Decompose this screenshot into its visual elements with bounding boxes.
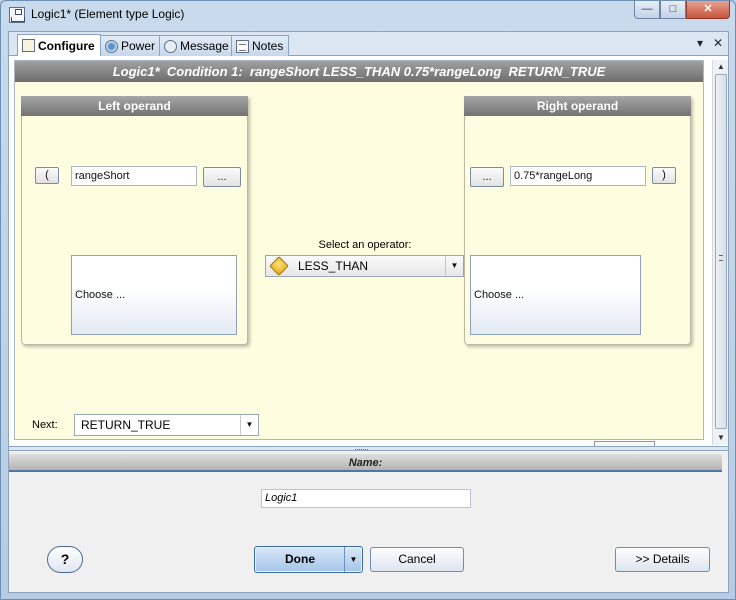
left-operand-title: Left operand bbox=[21, 96, 248, 116]
tab-power[interactable]: Power bbox=[100, 35, 162, 56]
chevron-down-icon[interactable]: ▼ bbox=[240, 415, 258, 435]
configure-icon bbox=[22, 39, 35, 52]
scroll-up-icon[interactable]: ▲ bbox=[713, 60, 729, 74]
operator-select[interactable]: LESS_THAN ▼ bbox=[265, 255, 464, 277]
next-select[interactable]: RETURN_TRUE ▼ bbox=[74, 414, 259, 436]
tab-close-icon[interactable]: ✕ bbox=[713, 36, 723, 50]
left-operand-input[interactable]: rangeShort bbox=[71, 166, 197, 186]
message-icon bbox=[164, 39, 177, 53]
close-window-button[interactable]: ✕ bbox=[686, 1, 730, 19]
done-label: Done bbox=[285, 552, 315, 566]
tab-label: Configure bbox=[38, 38, 95, 53]
scrollbar-thumb[interactable] bbox=[715, 74, 727, 429]
app-logic-icon bbox=[9, 7, 25, 23]
right-browse-button[interactable]: ... bbox=[470, 167, 504, 187]
chevron-down-icon[interactable]: ▼ bbox=[344, 547, 362, 572]
operator-value: LESS_THAN bbox=[298, 259, 369, 273]
dialog-window: Logic1* (Element type Logic) — □ ✕ Confi… bbox=[0, 0, 736, 600]
tab-label: Message bbox=[180, 39, 229, 53]
right-choose-list[interactable]: Choose ... bbox=[470, 255, 641, 335]
left-browse-button[interactable]: ... bbox=[203, 167, 241, 187]
condition-editor: Logic1* Condition 1: rangeShort LESS_THA… bbox=[14, 60, 704, 464]
grip-icon bbox=[719, 255, 723, 261]
maximize-button[interactable]: □ bbox=[660, 1, 686, 19]
right-paren-button[interactable]: ) bbox=[652, 167, 676, 184]
operator-diamond-icon bbox=[269, 256, 289, 276]
tab-menu-icon[interactable]: ▾ bbox=[697, 36, 703, 50]
minimize-button[interactable]: — bbox=[634, 1, 660, 19]
tab-label: Power bbox=[121, 39, 156, 53]
window-controls: — □ ✕ bbox=[634, 1, 730, 21]
name-input[interactable]: Logic1 bbox=[261, 489, 471, 508]
dialog-client-area: Configure Power Message Notes ▾ ✕ Logic1… bbox=[8, 31, 729, 593]
window-title: Logic1* (Element type Logic) bbox=[31, 7, 185, 21]
operator-prompt: Select an operator: bbox=[318, 239, 412, 251]
tab-label: Notes bbox=[252, 39, 284, 53]
bottom-panel: Name: Logic1 ? Done ▼ Cancel >> Details bbox=[9, 450, 728, 592]
right-operand-title: Right operand bbox=[464, 96, 691, 116]
done-button[interactable]: Done ▼ bbox=[254, 546, 363, 573]
cancel-button[interactable]: Cancel bbox=[370, 547, 464, 572]
right-operand-input[interactable]: 0.75*rangeLong bbox=[510, 166, 646, 186]
tab-strip: Configure Power Message Notes ▾ ✕ bbox=[9, 32, 728, 56]
left-operand-panel: Left operand ( rangeShort ... Choose ... bbox=[21, 96, 248, 345]
help-button[interactable]: ? bbox=[47, 546, 83, 573]
scroll-down-icon[interactable]: ▼ bbox=[713, 431, 729, 445]
left-paren-button[interactable]: ( bbox=[35, 167, 59, 184]
next-value: RETURN_TRUE bbox=[81, 418, 171, 432]
left-choose-list[interactable]: Choose ... bbox=[71, 255, 237, 335]
right-operand-panel: Right operand ... 0.75*rangeLong ) Choos… bbox=[464, 96, 691, 345]
title-bar[interactable]: Logic1* (Element type Logic) — □ ✕ bbox=[1, 1, 735, 29]
tab-message[interactable]: Message bbox=[159, 35, 235, 56]
details-button[interactable]: >> Details bbox=[615, 547, 710, 572]
tab-notes[interactable]: Notes bbox=[231, 35, 290, 56]
notes-icon bbox=[236, 39, 249, 53]
vertical-scrollbar[interactable]: ▲ ▼ bbox=[712, 60, 728, 445]
chevron-down-icon[interactable]: ▼ bbox=[445, 256, 463, 276]
name-header: Name: bbox=[9, 454, 722, 472]
condition-header: Logic1* Condition 1: rangeShort LESS_THA… bbox=[15, 61, 703, 82]
tab-configure[interactable]: Configure bbox=[17, 34, 101, 56]
power-icon bbox=[105, 39, 118, 53]
next-label: Next: bbox=[32, 419, 58, 431]
